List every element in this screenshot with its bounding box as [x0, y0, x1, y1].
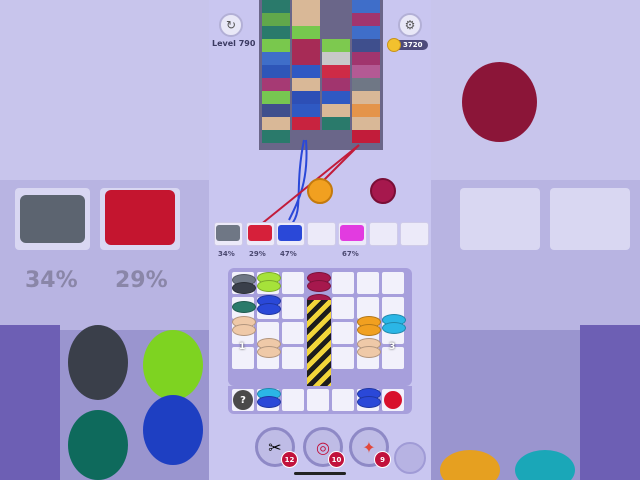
- slot-spool-3: [278, 225, 302, 241]
- settings-button[interactable]: ⚙: [398, 13, 422, 37]
- restart-button[interactable]: ↻: [219, 13, 243, 37]
- scissors-count: 12: [281, 451, 298, 468]
- level-label: Level 790: [212, 39, 256, 48]
- grid-counter-left: 1: [239, 342, 246, 352]
- scissors-icon: ✂: [268, 437, 282, 457]
- spool-icon: ◎: [316, 437, 330, 457]
- grid-spool[interactable]: [232, 282, 256, 294]
- bottom-spool-row: ?: [228, 386, 412, 414]
- spool-orange[interactable]: [307, 178, 333, 204]
- grid-spool[interactable]: [357, 324, 381, 336]
- grid-spool[interactable]: [307, 280, 331, 292]
- grid-spool[interactable]: [232, 324, 256, 336]
- coin-counter: 3720: [387, 38, 429, 52]
- grid-spool[interactable]: [257, 280, 281, 292]
- restart-icon: ↻: [225, 18, 237, 32]
- fabric-board: [259, 0, 383, 150]
- disabled-tool-button: [394, 442, 426, 474]
- slot-4: [307, 222, 336, 246]
- mystery-spool[interactable]: ?: [233, 390, 253, 410]
- grid-spool[interactable]: [382, 322, 406, 334]
- mystery-label: ?: [240, 394, 246, 406]
- grid-spool[interactable]: [257, 303, 281, 315]
- grid-spool[interactable]: [357, 346, 381, 358]
- conveyor-belt: [307, 300, 331, 392]
- slot-percent-5: 67%: [342, 250, 359, 258]
- bg-percent-left: 34%: [25, 268, 78, 293]
- slot-spool-5: [340, 225, 364, 241]
- slot-percent-2: 29%: [249, 250, 266, 258]
- slot-percent-3: 47%: [280, 250, 297, 258]
- grid-spool[interactable]: [232, 301, 256, 313]
- lollipop-icon: ✦: [362, 437, 376, 457]
- lollipop-count: 9: [374, 451, 391, 468]
- grid-counter-right: 3: [389, 342, 396, 352]
- grid-spool[interactable]: [357, 396, 381, 408]
- slot-spool-1: [216, 225, 240, 241]
- home-indicator: [294, 472, 346, 475]
- red-dot[interactable]: [384, 391, 402, 409]
- slot-7: [400, 222, 429, 246]
- grid-spool[interactable]: [257, 396, 281, 408]
- grid-spool[interactable]: [257, 346, 281, 358]
- gear-icon: ⚙: [404, 18, 416, 32]
- spool-magenta[interactable]: [370, 178, 396, 204]
- slot-percent-1: 34%: [218, 250, 235, 258]
- spool-count: 10: [328, 451, 345, 468]
- game-panel: ↻ Level 790 ⚙ 3720 34% 29% 47% 67% 1 3 ?…: [209, 0, 431, 480]
- slot-6: [369, 222, 398, 246]
- bg-percent-mid: 29%: [115, 268, 168, 293]
- coin-icon: [387, 38, 401, 52]
- slot-spool-2: [248, 225, 272, 241]
